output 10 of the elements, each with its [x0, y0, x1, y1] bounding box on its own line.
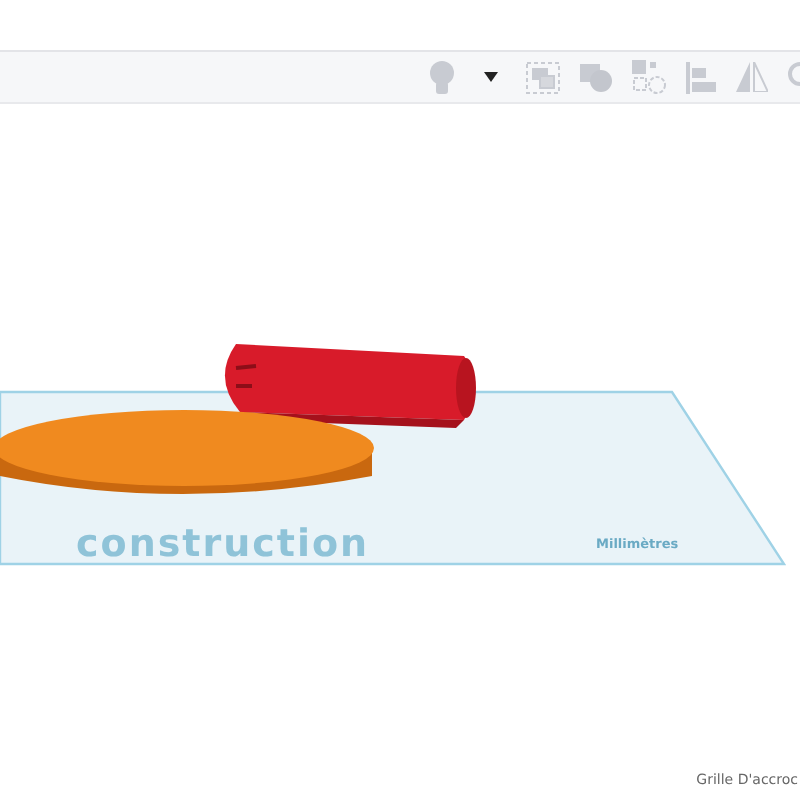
align-icon[interactable] — [686, 61, 716, 94]
mirror-icon[interactable] — [736, 62, 768, 93]
ungroup-icon[interactable] — [632, 60, 666, 95]
capsule-shape[interactable] — [225, 344, 476, 428]
caret-icon[interactable] — [484, 72, 498, 83]
shapes-icon[interactable] — [580, 63, 612, 92]
cylinder-shape[interactable] — [0, 410, 374, 494]
group-icon[interactable] — [526, 61, 560, 94]
workplane-label: construction — [76, 522, 370, 566]
lightbulb-icon[interactable] — [428, 59, 456, 96]
